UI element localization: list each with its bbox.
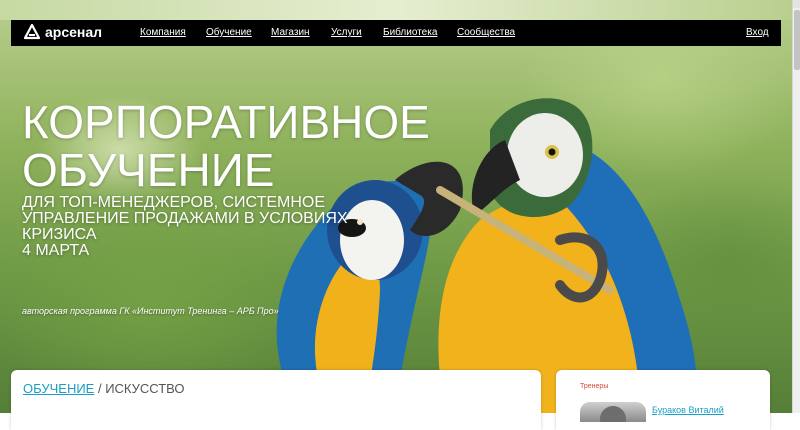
hero-banner: КОРПОРАТИВНОЕ ОБУЧЕНИЕ ДЛЯ ТОП-МЕНЕДЖЕРО… bbox=[0, 0, 792, 413]
top-navbar: арсенал Компания Обучение Магазин Услуги… bbox=[11, 20, 781, 46]
hero-subtitle: ДЛЯ ТОП-МЕНЕДЖЕРОВ, СИСТЕМНОЕ УПРАВЛЕНИЕ… bbox=[22, 195, 348, 259]
nav-item-company[interactable]: Компания bbox=[140, 27, 186, 38]
breadcrumb-separator: / bbox=[94, 381, 106, 396]
hero-title-line-1: КОРПОРАТИВНОЕ bbox=[22, 96, 430, 148]
hero-date: 4 МАРТА bbox=[22, 242, 90, 259]
triangle-arrow-icon bbox=[24, 24, 40, 40]
breadcrumb-link-training[interactable]: ОБУЧЕНИЕ bbox=[23, 381, 94, 396]
avatar-silhouette bbox=[600, 406, 626, 422]
trainers-title: Тренеры bbox=[580, 383, 609, 390]
trainers-panel: Тренеры Бураков Виталий bbox=[556, 370, 770, 430]
breadcrumb: ОБУЧЕНИЕ / ИСКУССТВО bbox=[23, 381, 185, 396]
hero-subtitle-line-3: КРИЗИСА bbox=[22, 226, 97, 243]
nav-item-library[interactable]: Библиотека bbox=[383, 27, 437, 38]
breadcrumb-current: ИСКУССТВО bbox=[105, 381, 185, 396]
logo[interactable]: арсенал bbox=[24, 24, 102, 40]
nav-item-training[interactable]: Обучение bbox=[206, 27, 252, 38]
nav-item-communities[interactable]: Сообщества bbox=[457, 27, 515, 38]
vertical-scrollbar[interactable] bbox=[792, 0, 800, 413]
nav-item-services[interactable]: Услуги bbox=[331, 27, 362, 38]
scroll-up-arrow[interactable] bbox=[793, 0, 800, 8]
hero-subtitle-line-1: ДЛЯ ТОП-МЕНЕДЖЕРОВ, СИСТЕМНОЕ bbox=[22, 194, 326, 211]
hero-subtitle-line-2: УПРАВЛЕНИЕ ПРОДАЖАМИ В УСЛОВИЯХ bbox=[22, 210, 348, 227]
trainer-name-link[interactable]: Бураков Виталий bbox=[652, 405, 724, 415]
scroll-thumb[interactable] bbox=[794, 10, 800, 70]
hero-author-note: авторская программа ГК «Институт Тренинг… bbox=[22, 306, 279, 316]
nav-item-shop[interactable]: Магазин bbox=[271, 27, 310, 38]
hero-title-line-2: ОБУЧЕНИЕ bbox=[22, 144, 275, 196]
login-link[interactable]: Вход bbox=[746, 27, 769, 38]
trainer-avatar[interactable] bbox=[580, 402, 646, 422]
logo-text: арсенал bbox=[45, 24, 103, 40]
content-panel: ОБУЧЕНИЕ / ИСКУССТВО bbox=[11, 370, 541, 430]
hero-title: КОРПОРАТИВНОЕ ОБУЧЕНИЕ bbox=[22, 98, 430, 194]
top-strip bbox=[0, 0, 792, 20]
